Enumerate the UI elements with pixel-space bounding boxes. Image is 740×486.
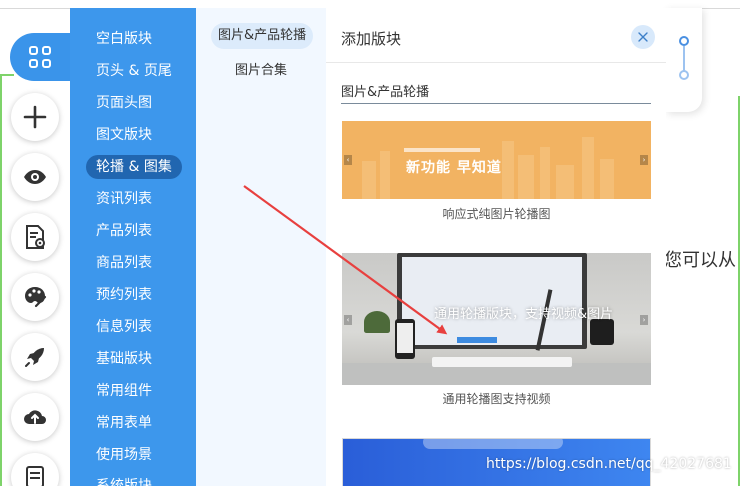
thumbnail-subtitle-bar xyxy=(404,148,480,152)
page-scroll-slider[interactable] xyxy=(679,36,689,80)
close-button[interactable] xyxy=(631,25,655,49)
category-item-booking-list[interactable]: 预约列表 xyxy=(86,283,162,307)
grid-icon xyxy=(29,46,51,68)
thumbnail-headline: 新功能 早知道 xyxy=(406,160,502,176)
block-caption-2: 通用轮播图支持视频 xyxy=(442,392,551,406)
category-item-scenarios[interactable]: 使用场景 xyxy=(86,443,162,467)
document-gear-icon xyxy=(26,225,45,249)
category-item-carousel-gallery[interactable]: 轮播 & 图集 xyxy=(86,155,182,179)
panel-divider xyxy=(326,62,666,63)
rocket-icon xyxy=(25,348,44,367)
category-item-image-text[interactable]: 图文版块 xyxy=(86,123,162,147)
watermark: https://blog.csdn.net/qq_42027681 xyxy=(486,456,732,472)
palette-icon xyxy=(25,287,47,308)
category-item-goods-list[interactable]: 商品列表 xyxy=(86,251,162,275)
thumbnail-prev-arrow: ‹ xyxy=(344,315,352,325)
slider-handle[interactable] xyxy=(679,36,689,46)
upload-rail-button[interactable] xyxy=(11,393,59,441)
publish-rail-button[interactable] xyxy=(11,333,59,381)
page-guide-line-top xyxy=(0,74,14,76)
page-background-text: 您可以从 xyxy=(664,250,736,271)
category-item-product-list[interactable]: 产品列表 xyxy=(86,219,162,243)
thumbnail-prev-arrow: ‹ xyxy=(344,155,352,165)
plant-graphic xyxy=(364,311,390,333)
keyboard-graphic xyxy=(432,357,572,367)
thumbnail-headline: 通用轮播版块，支持视频&图片 xyxy=(434,307,614,322)
slider-end xyxy=(679,70,689,80)
category-item-page-banner[interactable]: 页面头图 xyxy=(86,91,162,115)
cloud-upload-icon xyxy=(24,410,46,424)
block-thumbnail-2[interactable]: 通用轮播版块，支持视频&图片 ‹ › xyxy=(342,253,651,385)
section-divider xyxy=(341,103,651,104)
thumbnail-next-arrow: › xyxy=(640,155,648,165)
category-item-system-blocks[interactable]: 系统版块 xyxy=(86,474,162,486)
page-guide-line xyxy=(0,74,2,486)
thumbnail-banner-graphic xyxy=(423,439,563,449)
category-item-news-list[interactable]: 资讯列表 xyxy=(86,187,162,211)
close-icon xyxy=(638,32,648,42)
category-item-blank[interactable]: 空白版块 xyxy=(86,27,162,51)
blocks-rail-button[interactable] xyxy=(10,33,70,81)
add-rail-button[interactable] xyxy=(11,93,59,141)
sliders-icon xyxy=(26,466,44,486)
section-title: 图片&产品轮播 xyxy=(341,85,430,100)
slider-track xyxy=(683,46,685,72)
panel-title: 添加版块 xyxy=(341,30,402,48)
theme-rail-button[interactable] xyxy=(11,273,59,321)
category-item-basic-blocks[interactable]: 基础版块 xyxy=(86,347,162,371)
editor-screen: 您可以从 空白版块 页头 & 页尾 页面头图 图文版块 轮播 & 图集 资讯列表… xyxy=(0,0,740,486)
category-item-common-components[interactable]: 常用组件 xyxy=(86,379,162,403)
phone-graphic xyxy=(395,319,415,359)
category-menu: 空白版块 页头 & 页尾 页面头图 图文版块 轮播 & 图集 资讯列表 产品列表… xyxy=(70,8,196,486)
plus-icon xyxy=(23,105,47,129)
eye-icon xyxy=(24,170,46,184)
category-item-info-list[interactable]: 信息列表 xyxy=(86,315,162,339)
preview-rail-button[interactable] xyxy=(11,153,59,201)
settings-rail-button[interactable] xyxy=(11,453,59,486)
category-item-common-forms[interactable]: 常用表单 xyxy=(86,411,162,435)
monitor-screen-graphic xyxy=(402,257,582,345)
page-settings-rail-button[interactable] xyxy=(11,213,59,261)
category-item-header-footer[interactable]: 页头 & 页尾 xyxy=(86,59,182,83)
block-thumbnail-1[interactable]: 新功能 早知道 ‹ › xyxy=(342,121,651,199)
add-block-panel: 添加版块 图片&产品轮播 新功能 早知道 ‹ › 响应式纯图片轮播图 通用轮播版… xyxy=(326,8,666,486)
subcategory-item-image-collection[interactable]: 图片合集 xyxy=(228,58,294,84)
block-caption-1: 响应式纯图片轮播图 xyxy=(442,207,551,221)
subcategory-item-image-product-carousel[interactable]: 图片&产品轮播 xyxy=(211,23,314,49)
thumbnail-next-arrow: › xyxy=(640,315,648,325)
subcategory-menu: 图片&产品轮播 图片合集 xyxy=(196,8,326,486)
mug-graphic xyxy=(590,319,614,345)
